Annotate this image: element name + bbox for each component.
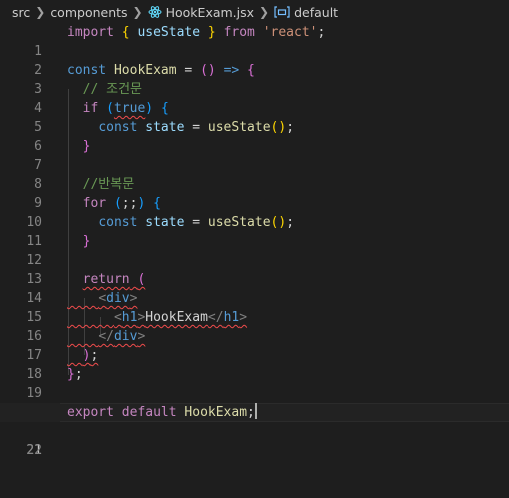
code-line-active: 21 export default HookExam; (0, 403, 509, 458)
text-cursor (254, 403, 257, 419)
code-line: 6 const state = useState(); (0, 118, 509, 154)
code-line: 1 import { useState } from 'react'; (0, 23, 509, 59)
code-line: 9 //반복문 (0, 175, 509, 211)
code-line: 22 (0, 422, 509, 458)
code-line: 10 for (;;) { (0, 194, 509, 230)
code-line: 4 // 조건문 (0, 80, 509, 116)
breadcrumb-item-components[interactable]: components (50, 5, 127, 20)
code-line: 19 }; (0, 365, 509, 401)
symbol-variable-icon (274, 5, 290, 19)
react-icon (148, 5, 162, 19)
chevron-right-icon: ❯ (132, 5, 143, 19)
error-squiggle: true (113, 101, 146, 116)
code-line: 15 <div> (0, 289, 509, 325)
code-line: 13 (0, 251, 509, 287)
code-editor[interactable]: 1 import { useState } from 'react'; 2 3 … (0, 23, 509, 458)
code-line: 3 const HookExam = () => { (0, 61, 509, 97)
code-line: 2 (0, 42, 509, 78)
code-line: 16 <h1>HookExam</h1> (0, 308, 509, 344)
code-line: 12 } (0, 232, 509, 268)
breadcrumb-item-src[interactable]: src (12, 5, 30, 20)
code-line: 14 return ( (0, 270, 509, 306)
breadcrumb-item-symbol[interactable]: default (294, 5, 338, 20)
code-line: 20 (0, 384, 509, 420)
breadcrumb-item-file[interactable]: HookExam.jsx (166, 5, 254, 20)
code-line: 8 (0, 156, 509, 192)
line-number: 22 (26, 443, 42, 458)
code-line: 17 </div> (0, 327, 509, 363)
code-line: 11 const state = useState(); (0, 213, 509, 249)
code-line: 18 ); (0, 346, 509, 382)
code-line: 7 } (0, 137, 509, 173)
chevron-right-icon: ❯ (35, 5, 46, 19)
code-line: 5 if (true) { (0, 99, 509, 135)
error-squiggle: return (82, 272, 130, 287)
breadcrumb: src ❯ components ❯ HookExam.jsx ❯ defaul… (0, 0, 509, 24)
chevron-right-icon: ❯ (259, 5, 270, 19)
